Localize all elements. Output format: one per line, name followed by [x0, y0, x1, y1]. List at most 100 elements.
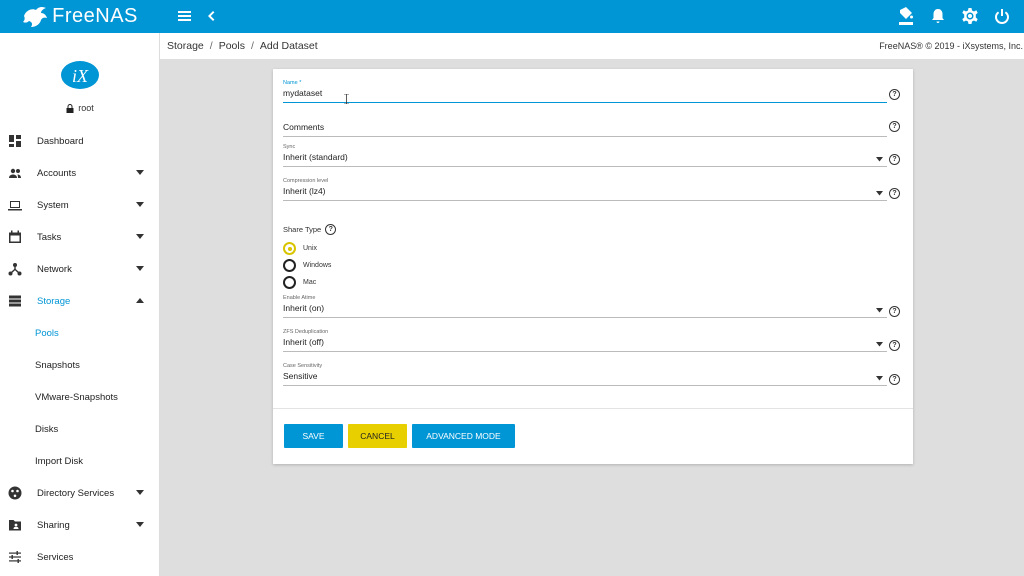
sidebar-item-label: Accounts [37, 167, 77, 179]
power-icon[interactable] [992, 6, 1012, 26]
sidebar-subitem-snapshots[interactable]: Snapshots [0, 349, 160, 381]
ix-logo-avatar: iX [61, 61, 99, 89]
name-input[interactable]: mydataset [283, 88, 887, 99]
sidebar-item-network[interactable]: Network [0, 253, 160, 285]
name-label: Name * [283, 80, 302, 86]
caret-down-icon [136, 266, 144, 272]
form-divider [273, 408, 913, 409]
compression-select[interactable]: Compression level Inherit (lz4) [283, 178, 887, 201]
sidebar-item-label: Import Disk [35, 455, 84, 467]
sidebar-item-directory-services[interactable]: Directory Services [0, 477, 160, 509]
save-button[interactable]: SAVE [284, 424, 343, 448]
case-sensitivity-select[interactable]: Case Sensitivity Sensitive [283, 363, 887, 386]
settings-gear-icon[interactable] [960, 6, 980, 26]
dashboard-icon [8, 134, 22, 148]
sidebar-item-system[interactable]: System [0, 189, 160, 221]
sidebar-subitem-vmware-snapshots[interactable]: VMware-Snapshots [0, 381, 160, 413]
breadcrumb-storage[interactable]: Storage [167, 40, 204, 52]
share-type-windows-radio[interactable]: Windows [283, 259, 331, 272]
theme-paint-icon[interactable] [896, 6, 916, 26]
sync-dropdown-arrow-icon[interactable] [876, 157, 883, 162]
atime-dropdown-arrow-icon[interactable] [876, 308, 883, 313]
sync-help-icon[interactable]: ? [889, 154, 900, 165]
name-underline [283, 102, 887, 103]
copyright-text: FreeNAS® © 2019 - iXsystems, Inc. [879, 41, 1023, 51]
sidebar-item-label: Disks [35, 423, 59, 435]
dedup-dropdown-arrow-icon[interactable] [876, 342, 883, 347]
compression-help-icon[interactable]: ? [889, 188, 900, 199]
dedup-value: Inherit (off) [283, 337, 324, 347]
sidebar-item-sharing[interactable]: Sharing [0, 509, 160, 541]
sync-value: Inherit (standard) [283, 152, 348, 162]
compression-underline [283, 200, 887, 201]
shared-folder-icon [8, 518, 22, 532]
dedup-select[interactable]: ZFS Deduplication Inherit (off) [283, 329, 887, 352]
sliders-icon [8, 550, 22, 564]
sync-select[interactable]: Sync Inherit (standard) [283, 144, 887, 167]
sidebar-subitem-disks[interactable]: Disks [0, 413, 160, 445]
comments-field[interactable]: Comments [283, 114, 887, 137]
lock-icon [66, 103, 74, 113]
caret-down-icon [136, 490, 144, 496]
atime-select[interactable]: Enable Atime Inherit (on) [283, 295, 887, 318]
dedup-help-icon[interactable]: ? [889, 340, 900, 351]
sidebar-item-label: VMware-Snapshots [35, 391, 118, 403]
comments-underline [283, 136, 887, 137]
username: root [78, 103, 94, 113]
add-dataset-form: Name * mydataset ? Comments ? Sync Inher… [273, 69, 913, 464]
atime-value: Inherit (on) [283, 303, 325, 313]
caret-down-icon [136, 522, 144, 528]
sidebar-nav: Dashboard Accounts System Tasks Network … [0, 125, 160, 573]
radio-label: Windows [303, 262, 332, 269]
case-sensitivity-help-icon[interactable]: ? [889, 374, 900, 385]
directory-services-icon [8, 486, 22, 500]
breadcrumb-pools[interactable]: Pools [219, 40, 245, 52]
name-field[interactable]: Name * mydataset [283, 80, 887, 103]
user-info: root [0, 103, 160, 113]
radio-unchecked-icon [283, 276, 296, 289]
compression-dropdown-arrow-icon[interactable] [876, 191, 883, 196]
cancel-button[interactable]: CANCEL [348, 424, 407, 448]
freenas-logo-icon [23, 6, 48, 27]
comments-input[interactable]: Comments [283, 122, 887, 133]
atime-help-icon[interactable]: ? [889, 306, 900, 317]
sidebar-item-label: Network [37, 263, 72, 275]
share-type-mac-radio[interactable]: Mac [283, 276, 316, 289]
share-type-unix-radio[interactable]: Unix [283, 242, 317, 255]
breadcrumb-separator: / [250, 40, 254, 52]
name-help-icon[interactable]: ? [889, 89, 900, 100]
atime-label: Enable Atime [283, 295, 316, 301]
case-sensitivity-dropdown-arrow-icon[interactable] [876, 376, 883, 381]
advanced-mode-button[interactable]: ADVANCED MODE [412, 424, 515, 448]
share-type-help-icon[interactable]: ? [325, 224, 337, 235]
collapse-chevron-icon[interactable] [201, 6, 221, 26]
svg-text:iX: iX [72, 66, 89, 86]
sync-underline [283, 166, 887, 167]
sidebar-subitem-pools[interactable]: Pools [0, 317, 160, 349]
sidebar-item-storage[interactable]: Storage [0, 285, 160, 317]
brand[interactable]: FreeNAS [0, 0, 160, 33]
radio-unchecked-icon [283, 259, 296, 272]
breadcrumb: Storage / Pools / Add Dataset [167, 40, 318, 52]
top-bar: FreeNAS [0, 0, 1024, 33]
notifications-bell-icon[interactable] [928, 6, 948, 26]
caret-up-icon [136, 298, 144, 304]
sidebar-item-label: Sharing [37, 519, 70, 531]
sidebar-item-dashboard[interactable]: Dashboard [0, 125, 160, 157]
compression-value: Inherit (lz4) [283, 186, 326, 196]
breadcrumb-bar: Storage / Pools / Add Dataset FreeNAS® ©… [160, 33, 1024, 60]
sidebar-subitem-import-disk[interactable]: Import Disk [0, 445, 160, 477]
sidebar-item-label: Storage [37, 295, 71, 307]
sidebar: iX root Dashboard Accounts System Tasks … [0, 33, 160, 576]
storage-icon [8, 294, 22, 308]
atime-underline [283, 317, 887, 318]
comments-help-icon[interactable]: ? [889, 121, 900, 132]
sidebar-item-services[interactable]: Services [0, 541, 160, 573]
sidebar-item-accounts[interactable]: Accounts [0, 157, 160, 189]
text-cursor-icon [344, 94, 349, 104]
dedup-underline [283, 351, 887, 352]
menu-icon[interactable] [175, 6, 195, 26]
sync-label: Sync [283, 144, 296, 150]
sidebar-item-tasks[interactable]: Tasks [0, 221, 160, 253]
case-sensitivity-label: Case Sensitivity [283, 363, 323, 369]
